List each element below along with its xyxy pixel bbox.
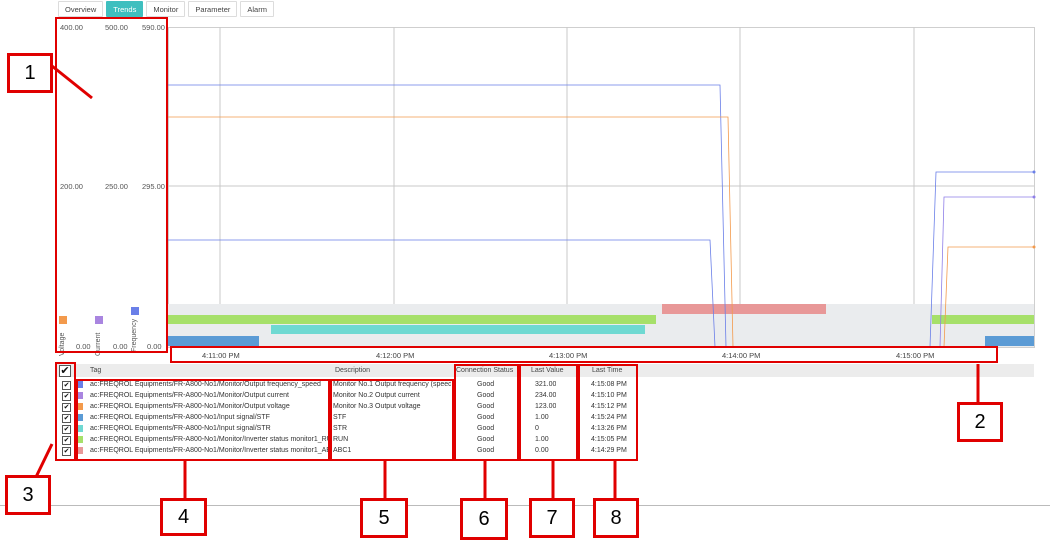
callout-2: 2 (957, 402, 1003, 442)
callout-7: 7 (529, 498, 575, 538)
callout-1: 1 (7, 53, 53, 93)
callout-5: 5 (360, 498, 408, 538)
annotation-leaders (34, 64, 980, 502)
callout-6: 6 (460, 498, 508, 540)
callout-4: 4 (160, 498, 207, 536)
callout-8: 8 (593, 498, 639, 538)
callout-3: 3 (5, 475, 51, 515)
